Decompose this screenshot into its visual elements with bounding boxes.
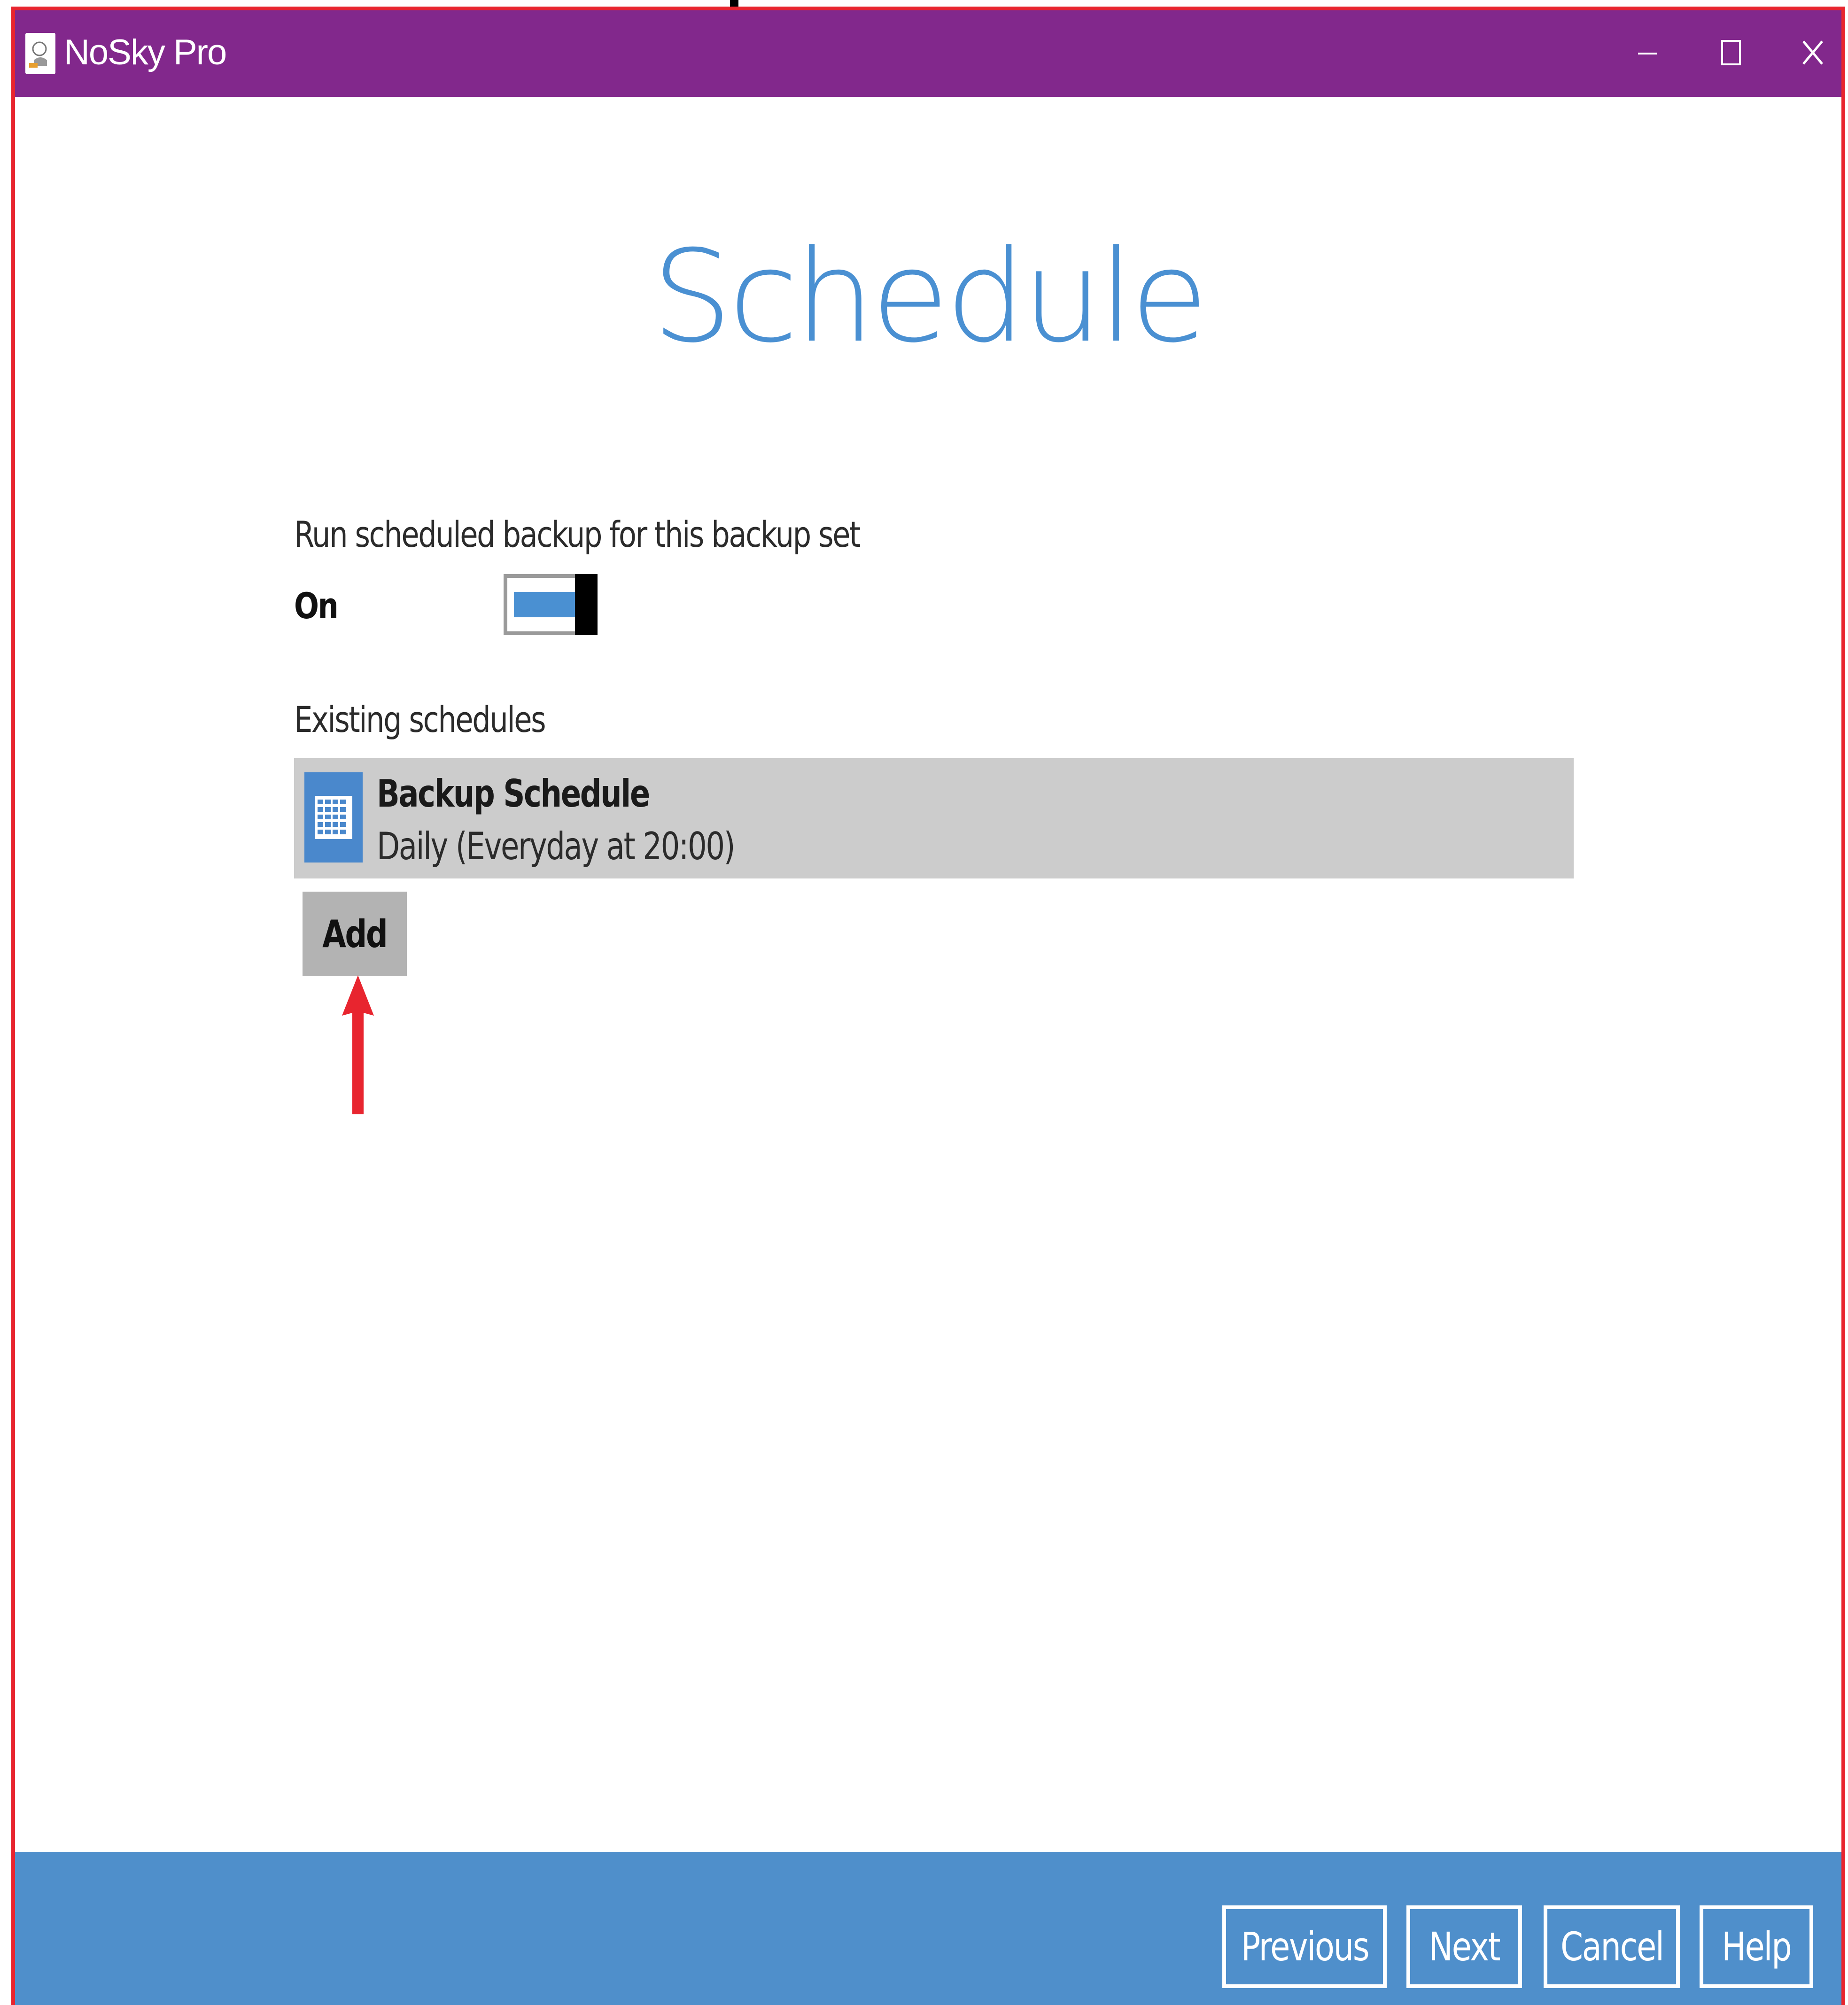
- maximize-button[interactable]: [1696, 24, 1766, 81]
- schedule-name: Backup Schedule: [377, 772, 650, 816]
- minimize-icon: [1638, 53, 1657, 54]
- previous-button-label: Previous: [1241, 1924, 1369, 1970]
- toggle-knob: [575, 574, 598, 635]
- minimize-button[interactable]: [1612, 24, 1683, 81]
- next-button[interactable]: Next: [1406, 1905, 1522, 1988]
- toggle-track-fill: [514, 592, 577, 617]
- cancel-button-label: Cancel: [1560, 1924, 1664, 1970]
- nosky-app-icon: [25, 33, 55, 74]
- next-button-label: Next: [1429, 1924, 1501, 1970]
- close-icon: [1802, 40, 1823, 65]
- annotation-arrow-icon: [342, 975, 374, 1114]
- previous-button[interactable]: Previous: [1222, 1905, 1387, 1988]
- scheduled-backup-toggle[interactable]: [504, 574, 598, 635]
- existing-schedules-label: Existing schedules: [294, 699, 546, 740]
- schedule-description: Daily (Everyday at 20:00): [377, 824, 736, 868]
- add-schedule-button[interactable]: Add: [303, 892, 407, 976]
- title-bar[interactable]: NoSky Pro: [15, 10, 1841, 97]
- close-button[interactable]: [1778, 24, 1848, 81]
- page-title: Schedule: [652, 223, 1209, 371]
- app-window: NoSky Pro Schedule Run scheduled backup …: [11, 7, 1845, 2005]
- cancel-button[interactable]: Cancel: [1544, 1905, 1680, 1988]
- maximize-icon: [1721, 40, 1741, 65]
- window-title: NoSky Pro: [64, 32, 227, 72]
- scheduled-backup-label: Run scheduled backup for this backup set: [294, 513, 861, 555]
- add-button-label: Add: [322, 912, 388, 956]
- scheduled-backup-state: On: [294, 585, 339, 627]
- calendar-icon: [304, 772, 363, 863]
- schedule-list-item[interactable]: Backup Schedule Daily (Everyday at 20:00…: [294, 758, 1574, 878]
- wizard-footer: Previous Next Cancel Help: [15, 1852, 1841, 2005]
- help-button[interactable]: Help: [1700, 1905, 1813, 1988]
- help-button-label: Help: [1722, 1924, 1792, 1970]
- top-edge-marker: [730, 0, 738, 7]
